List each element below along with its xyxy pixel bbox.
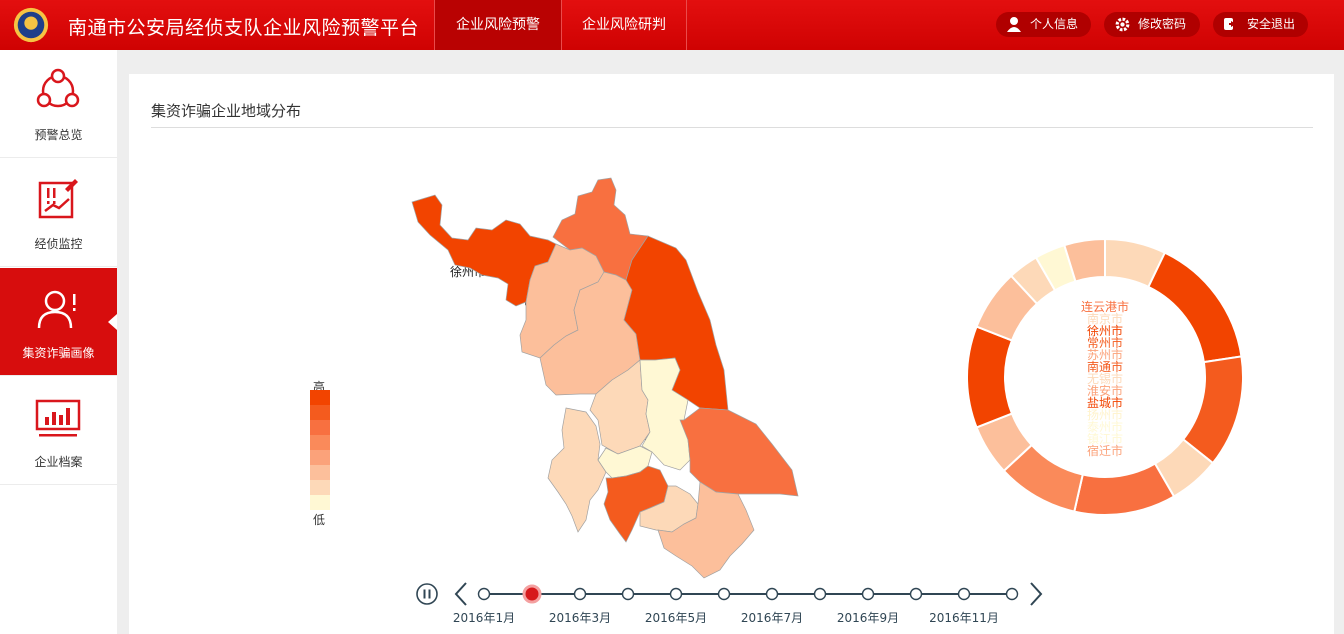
legend-swatch: [310, 480, 330, 495]
legend-swatch: [310, 465, 330, 480]
legend-swatch: [310, 495, 330, 510]
legend-swatch: [310, 405, 330, 420]
bar-chart-monitor-icon: [35, 399, 81, 437]
change-password-label: 修改密码: [1138, 17, 1187, 31]
sidebar-item-warning-overview[interactable]: 预警总览: [0, 50, 117, 158]
sidebar-label-economic-monitor: 经侦监控: [34, 237, 83, 251]
title-divider: [151, 127, 1313, 128]
legend-swatch: [310, 420, 330, 435]
sidebar: 预警总览 经侦监控 集资诈骗画像 企业档案: [0, 50, 117, 634]
logout-icon: [1224, 18, 1236, 30]
change-password-button[interactable]: 修改密码: [1104, 12, 1200, 37]
share-nodes-icon: [36, 68, 80, 108]
user-icon: [1007, 17, 1021, 32]
gear-icon: [1115, 17, 1130, 32]
legend-swatch: [310, 450, 330, 465]
personal-info-button[interactable]: 个人信息: [996, 12, 1091, 37]
warning-document-icon: [38, 179, 78, 219]
personal-info-label: 个人信息: [1030, 17, 1079, 31]
app-title: 南通市公安局经侦支队企业风险预警平台: [68, 17, 420, 39]
tab-enterprise-risk-warning[interactable]: 企业风险预警: [434, 0, 561, 50]
top-header: 南通市公安局经侦支队企业风险预警平台 企业风险预警 企业风险研判 个人信息 修改…: [0, 0, 1344, 50]
main-panel: 集资诈骗企业地域分布 高 低: [129, 74, 1334, 634]
logout-button[interactable]: 安全退出: [1213, 12, 1308, 37]
sidebar-label-enterprise-archive: 企业档案: [34, 455, 83, 469]
sidebar-item-enterprise-archive[interactable]: 企业档案: [0, 377, 117, 485]
panel-title: 集资诈骗企业地域分布: [151, 102, 302, 120]
legend-low-label: 低: [313, 513, 326, 527]
sidebar-label-fundraising-fraud-profile: 集资诈骗画像: [22, 346, 95, 360]
user-alert-icon: [37, 290, 76, 329]
logout-label: 安全退出: [1247, 17, 1296, 31]
tab-enterprise-risk-analysis[interactable]: 企业风险研判: [561, 0, 687, 50]
police-badge-icon: [13, 7, 49, 43]
sidebar-item-fundraising-fraud-profile[interactable]: 集资诈骗画像: [0, 268, 117, 376]
legend-swatch: [310, 390, 330, 405]
sidebar-item-economic-monitor[interactable]: 经侦监控: [0, 159, 117, 267]
legend-swatch: [310, 435, 330, 450]
sidebar-label-warning-overview: 预警总览: [34, 128, 83, 142]
